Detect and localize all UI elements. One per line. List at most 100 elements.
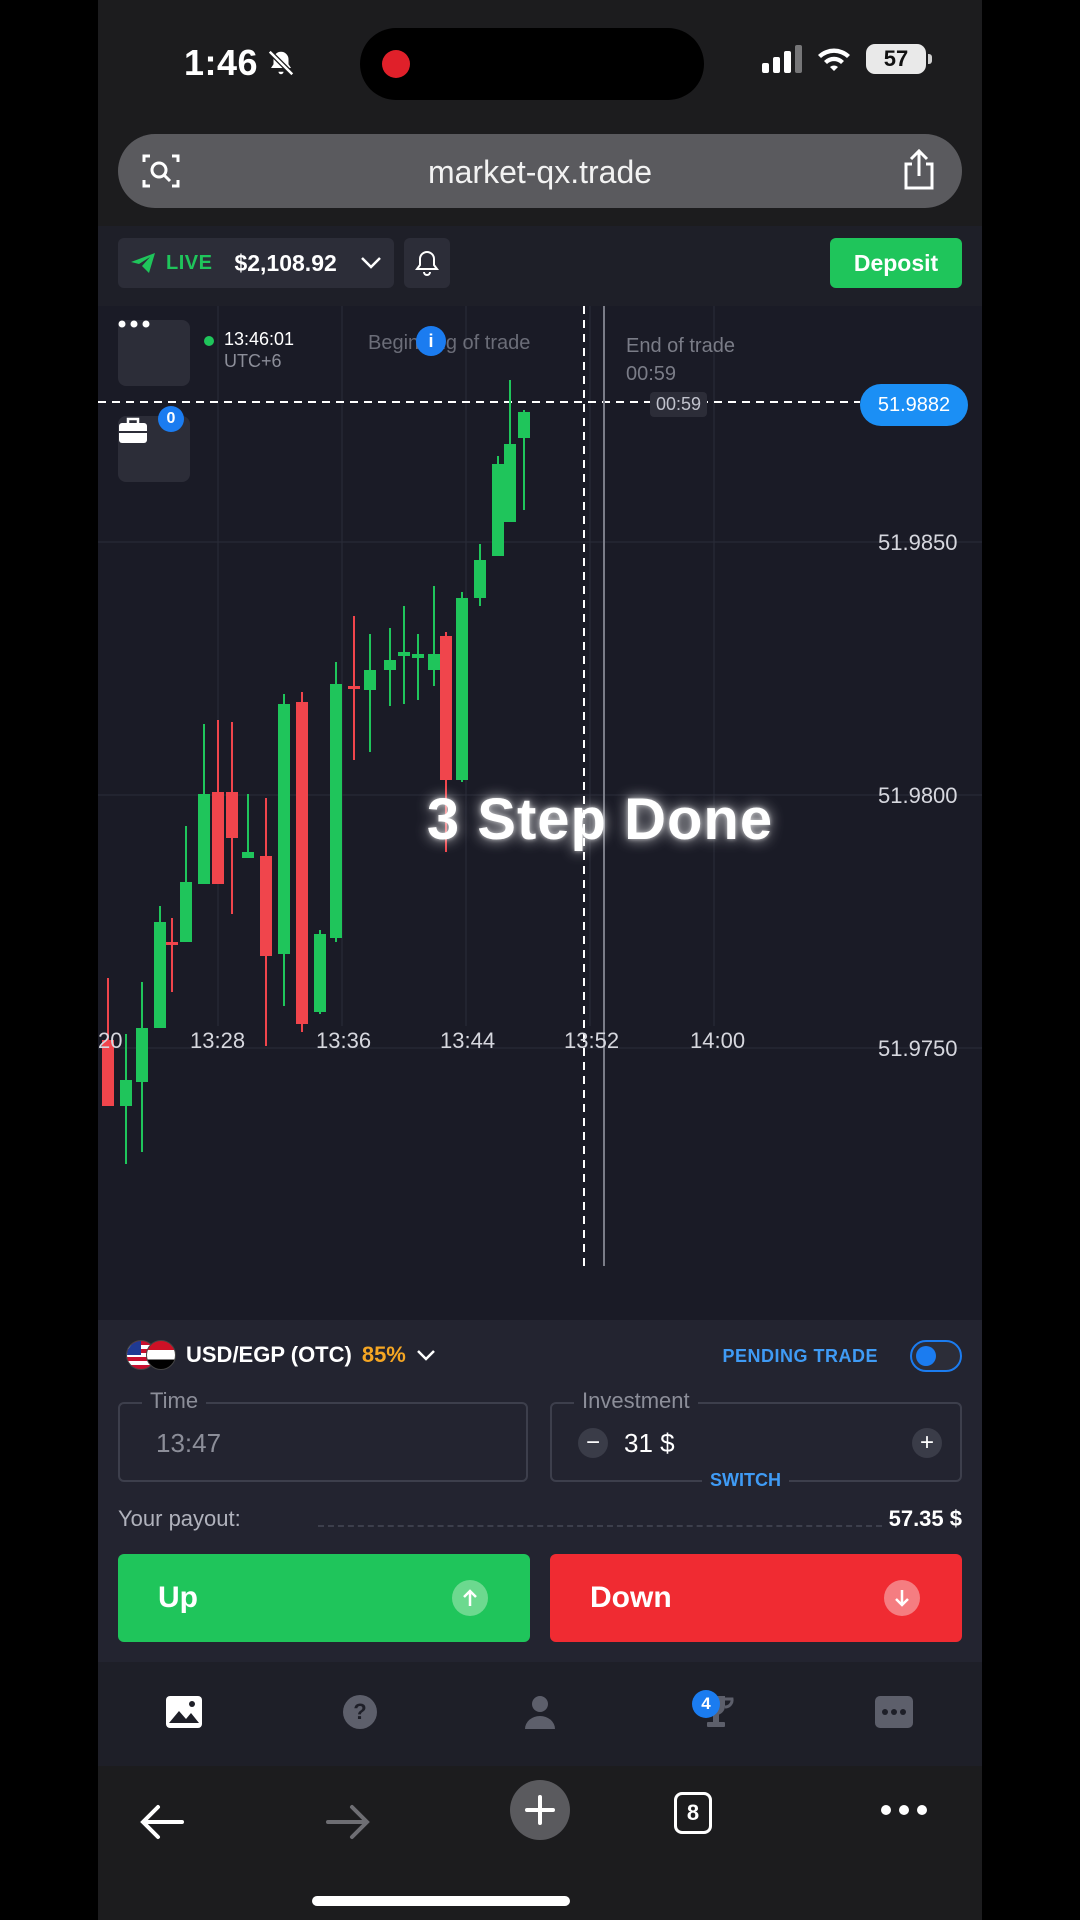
arrow-up-icon <box>452 1580 488 1616</box>
pending-trade-label: PENDING TRADE <box>722 1346 878 1366</box>
asset-payout-percent: 85% <box>361 1342 406 1367</box>
switch-button[interactable]: SWITCH <box>702 1470 789 1491</box>
tab-more[interactable] <box>864 1682 924 1742</box>
candle-body <box>120 1080 132 1106</box>
y-tick-label: 51.9750 <box>878 1036 958 1061</box>
candle-body <box>474 560 486 598</box>
share-icon[interactable] <box>900 148 938 192</box>
battery-indicator: 57 <box>866 44 932 74</box>
recording-dot-icon <box>382 50 410 78</box>
chevron-down-icon <box>361 257 381 269</box>
new-tab-button[interactable] <box>510 1780 570 1840</box>
info-icon[interactable]: i <box>416 326 446 356</box>
app-header: LIVE $2,108.92 Deposit <box>98 226 982 306</box>
account-balance: $2,108.92 <box>234 249 337 276</box>
investment-label: Investment <box>574 1388 698 1414</box>
browser-toolbar: 8 <box>98 1766 982 1920</box>
cellular-signal-icon <box>762 45 802 73</box>
time-value: 13:47 <box>156 1428 222 1458</box>
tournaments-badge: 4 <box>692 1690 720 1718</box>
asset-selector[interactable]: USD/EGP (OTC) 85% <box>126 1340 436 1370</box>
more-icon <box>875 1696 913 1728</box>
down-button[interactable]: Down <box>550 1554 962 1642</box>
bell-muted-icon <box>267 49 295 77</box>
back-arrow-icon[interactable] <box>138 1802 186 1842</box>
account-selector[interactable]: LIVE $2,108.92 <box>118 238 394 288</box>
forward-arrow-icon[interactable] <box>324 1802 372 1842</box>
candle-body <box>260 856 272 956</box>
chart-clock: 13:46:01 UTC+6 <box>206 328 294 372</box>
svg-text:?: ? <box>353 1699 366 1724</box>
status-time: 1:46 <box>184 42 259 83</box>
current-price-badge: 51.9882 <box>860 384 968 426</box>
candle-body <box>412 654 424 658</box>
candle-body <box>180 882 192 942</box>
user-icon <box>525 1696 555 1729</box>
candle-body <box>492 464 504 556</box>
url-bar[interactable]: market-qx.trade <box>118 134 962 208</box>
end-of-trade-text: End of trade <box>626 335 735 357</box>
clock-time: 13:46:01 <box>224 329 295 349</box>
clock-timezone: UTC+6 <box>224 351 282 371</box>
end-of-trade-label: End of trade 00:59 <box>626 332 735 388</box>
overlay-caption: 3 Step Done <box>426 787 774 852</box>
candle-body <box>154 922 166 1028</box>
deposit-button[interactable]: Deposit <box>830 238 962 288</box>
pending-trade-toggle[interactable] <box>910 1340 962 1372</box>
candle-body <box>504 444 516 522</box>
payout-label: Your payout: <box>118 1506 241 1531</box>
candle-body <box>518 412 530 438</box>
x-tick-label: 20 <box>98 1028 123 1053</box>
browser-url-row: market-qx.trade <box>98 130 982 226</box>
tab-switcher-button[interactable]: 8 <box>674 1792 712 1834</box>
decrease-investment-button[interactable]: − <box>578 1428 608 1458</box>
time-label: Time <box>142 1388 207 1414</box>
increase-investment-button[interactable]: + <box>912 1428 942 1458</box>
candle-body <box>166 942 178 945</box>
investment-value: 31 $ <box>624 1428 675 1458</box>
tab-profile[interactable] <box>510 1682 570 1742</box>
status-bar: 1:46 57 <box>98 0 982 130</box>
chart-menu-button[interactable] <box>118 320 190 386</box>
x-tick-label: 13:52 <box>564 1028 620 1053</box>
candle-body <box>428 654 440 670</box>
chart-icon <box>166 1696 202 1728</box>
down-label: Down <box>590 1581 672 1614</box>
tab-chart[interactable] <box>154 1682 214 1742</box>
candle-body <box>440 636 452 780</box>
app-tab-bar: ? 4 <box>98 1662 982 1766</box>
wifi-icon <box>818 48 850 71</box>
bell-icon <box>415 250 439 276</box>
chevron-down-icon <box>416 1350 435 1361</box>
countdown-label: 00:59 <box>650 392 708 417</box>
plus-icon <box>525 1795 555 1825</box>
url-text: market-qx.trade <box>427 154 653 190</box>
payout-value: 57.35 $ <box>888 1506 962 1531</box>
candle-body <box>456 598 468 780</box>
price-chart[interactable]: 0 13:46:01 UTC+6 Beginning of trade i En… <box>98 306 982 1320</box>
arrow-down-icon <box>884 1580 920 1616</box>
candle-body <box>384 660 396 670</box>
up-button[interactable]: Up <box>118 1554 530 1642</box>
more-menu-icon[interactable] <box>880 1804 928 1816</box>
x-tick-label: 13:28 <box>190 1028 246 1053</box>
briefcase-icon <box>119 417 147 443</box>
help-icon: ? <box>343 1695 377 1729</box>
candle-body <box>348 686 360 689</box>
tab-help[interactable]: ? <box>330 1682 390 1742</box>
x-tick-label: 13:36 <box>316 1028 372 1053</box>
trade-panel: USD/EGP (OTC) 85% PENDING TRADE Time 13:… <box>98 1320 982 1662</box>
candle-body <box>314 934 326 1012</box>
notifications-button[interactable] <box>404 238 450 288</box>
candle-body <box>296 702 308 1024</box>
beginning-of-trade-label: Beginning of trade <box>368 332 531 354</box>
open-trades-badge: 0 <box>158 406 184 432</box>
x-tick-label: 14:00 <box>690 1028 746 1053</box>
time-field[interactable]: Time 13:47 <box>118 1388 528 1482</box>
dynamic-island <box>360 28 704 100</box>
paper-plane-icon <box>131 253 155 273</box>
payout-divider <box>318 1525 882 1527</box>
egypt-flag-icon <box>146 1340 176 1370</box>
status-indicators: 57 <box>762 44 932 74</box>
more-dots-icon <box>118 320 150 328</box>
